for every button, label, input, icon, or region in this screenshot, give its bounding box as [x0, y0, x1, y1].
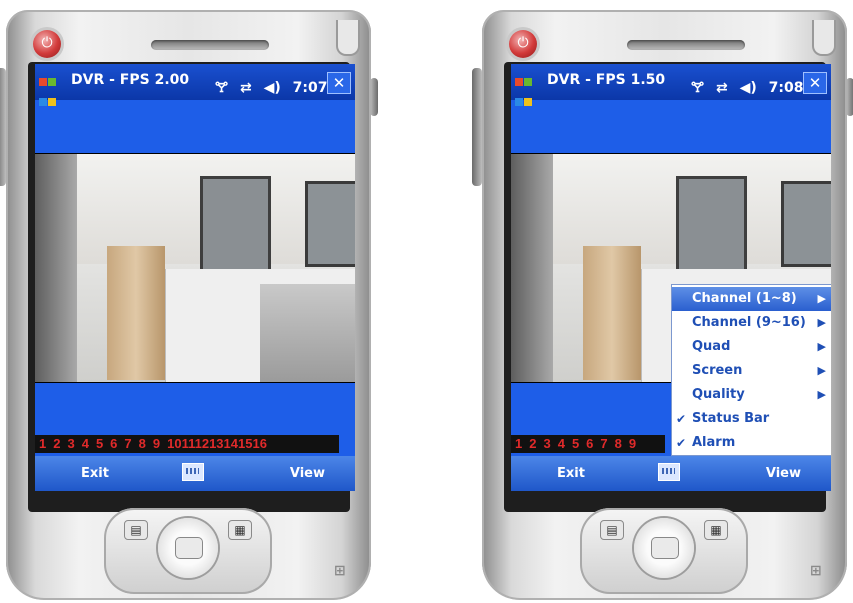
antenna-icon[interactable]: 🝖: [215, 80, 228, 96]
view-menu: Channel (1~8) ▶ Channel (9~16) ▶ Quad ▶ Scr…: [671, 284, 831, 456]
channel-9[interactable]: 9: [153, 436, 160, 451]
power-icon: ⏻: [517, 35, 529, 51]
channel-2[interactable]: 2: [529, 436, 536, 451]
exit-button[interactable]: Exit: [557, 466, 585, 481]
keyboard-icon[interactable]: [182, 463, 204, 481]
channel-15[interactable]: 15: [238, 436, 252, 451]
channel-bar: 123456789: [511, 435, 665, 453]
device-left: ⏻ DVR - FPS 2.00 🝖 ⇄ ◀) 7:07 ✕ 1 2 3 4 5…: [0, 0, 378, 603]
directional-pad[interactable]: [158, 518, 218, 578]
channel-6[interactable]: 6: [110, 436, 117, 451]
left-softkey-hw-button[interactable]: ▤: [124, 520, 148, 540]
submenu-arrow-icon: ▶: [817, 340, 826, 353]
side-button-right[interactable]: [846, 78, 853, 116]
channel-3[interactable]: 3: [543, 436, 550, 451]
submenu-arrow-icon: ▶: [817, 388, 826, 401]
channel-4[interactable]: 4: [558, 436, 565, 451]
channel-1[interactable]: 1: [39, 436, 46, 451]
channel-5[interactable]: 5: [96, 436, 103, 451]
channel-11[interactable]: 11: [182, 436, 195, 451]
menu-item-alarm[interactable]: ✔ Alarm: [672, 431, 831, 455]
soft-key-bar: Exit View: [511, 456, 831, 491]
menu-item-screen[interactable]: Screen ▶: [672, 359, 831, 383]
close-button[interactable]: ✕: [327, 72, 351, 94]
clock[interactable]: 7:08: [769, 80, 804, 96]
view-menu-button[interactable]: View: [766, 466, 801, 481]
dpad-center-button[interactable]: [651, 537, 679, 559]
hardware-keypad: ▤ ▦: [580, 508, 748, 594]
channel-16[interactable]: 16: [252, 436, 266, 451]
soft-key-bar: Exit View: [35, 456, 355, 491]
channel-8[interactable]: 8: [615, 436, 622, 451]
power-button[interactable]: ⏻: [509, 30, 537, 58]
windows-start-icon[interactable]: [39, 72, 61, 106]
speaker-grille: [151, 40, 269, 50]
submenu-arrow-icon: ▶: [817, 316, 826, 329]
directional-pad[interactable]: [634, 518, 694, 578]
side-button-left[interactable]: [472, 68, 482, 186]
submenu-arrow-icon: ▶: [817, 292, 826, 305]
channel-3[interactable]: 3: [67, 436, 74, 451]
submenu-arrow-icon: ▶: [817, 364, 826, 377]
camera-video-feed[interactable]: [35, 153, 355, 383]
channel-13[interactable]: 13: [209, 436, 223, 451]
screen: DVR - FPS 2.00 🝖 ⇄ ◀) 7:07 ✕ 1 2 3 4 5 6 7 8 9 10…: [35, 64, 355, 491]
checkmark-icon: ✔: [676, 436, 687, 450]
exit-button[interactable]: Exit: [81, 466, 109, 481]
screen: DVR - FPS 1.50 🝖 ⇄ ◀) 7:08 ✕ 123456789 C…: [511, 64, 831, 491]
stylus-slot: [812, 20, 836, 56]
title-bar: DVR - FPS 2.00 🝖 ⇄ ◀) 7:07 ✕: [35, 64, 355, 106]
status-icons: 🝖 ⇄ ◀) 7:08: [691, 71, 810, 100]
left-softkey-hw-button[interactable]: ▤: [600, 520, 624, 540]
channel-9[interactable]: 9: [629, 436, 636, 451]
speaker-icon[interactable]: ◀): [264, 80, 281, 96]
close-button[interactable]: ✕: [803, 72, 827, 94]
view-menu-button[interactable]: View: [290, 466, 325, 481]
channel-7[interactable]: 7: [124, 436, 131, 451]
clock[interactable]: 7:07: [293, 80, 328, 96]
right-softkey-hw-button[interactable]: ▦: [228, 520, 252, 540]
device-right: ⏻ DVR - FPS 1.50 🝖 ⇄ ◀) 7:08 ✕ 1 2 3 4 5…: [472, 0, 853, 603]
right-softkey-hw-button[interactable]: ▦: [704, 520, 728, 540]
channel-4[interactable]: 4: [82, 436, 89, 451]
antenna-icon[interactable]: 🝖: [691, 80, 704, 96]
connectivity-icon[interactable]: ⇄: [716, 80, 728, 96]
menu-item-quality[interactable]: Quality ▶: [672, 383, 831, 407]
menu-item-quad[interactable]: Quad ▶: [672, 335, 831, 359]
windows-logo-icon: ⊞: [334, 563, 346, 579]
stylus-slot: [336, 20, 360, 56]
connectivity-icon[interactable]: ⇄: [240, 80, 252, 96]
title-bar: DVR - FPS 1.50 🝖 ⇄ ◀) 7:08 ✕: [511, 64, 831, 106]
channel-2[interactable]: 2: [53, 436, 60, 451]
app-title: DVR - FPS 2.00: [71, 72, 190, 88]
channel-10[interactable]: 10: [167, 436, 181, 451]
channel-7[interactable]: 7: [600, 436, 607, 451]
menu-item-channel-9-16[interactable]: Channel (9~16) ▶: [672, 311, 831, 335]
channel-5[interactable]: 5: [572, 436, 579, 451]
channel-6[interactable]: 6: [586, 436, 593, 451]
speaker-grille: [627, 40, 745, 50]
status-icons: 🝖 ⇄ ◀) 7:07: [215, 71, 334, 100]
channel-12[interactable]: 12: [195, 436, 209, 451]
menu-item-status-bar[interactable]: ✔ Status Bar: [672, 407, 831, 431]
checkmark-icon: ✔: [676, 412, 687, 426]
power-icon: ⏻: [41, 35, 53, 51]
channel-bar: 1 2 3 4 5 6 7 8 9 10111213141516: [35, 435, 339, 453]
channel-1[interactable]: 1: [515, 436, 522, 451]
menu-item-channel-1-8[interactable]: Channel (1~8) ▶: [672, 287, 831, 311]
windows-start-icon[interactable]: [515, 72, 537, 106]
dpad-center-button[interactable]: [175, 537, 203, 559]
side-button-right[interactable]: [370, 78, 378, 116]
keyboard-icon[interactable]: [658, 463, 680, 481]
hardware-keypad: ▤ ▦: [104, 508, 272, 594]
windows-logo-icon: ⊞: [810, 563, 822, 579]
power-button[interactable]: ⏻: [33, 30, 61, 58]
channel-14[interactable]: 14: [224, 436, 238, 451]
channel-8[interactable]: 8: [139, 436, 146, 451]
speaker-icon[interactable]: ◀): [740, 80, 757, 96]
app-title: DVR - FPS 1.50: [547, 72, 666, 88]
